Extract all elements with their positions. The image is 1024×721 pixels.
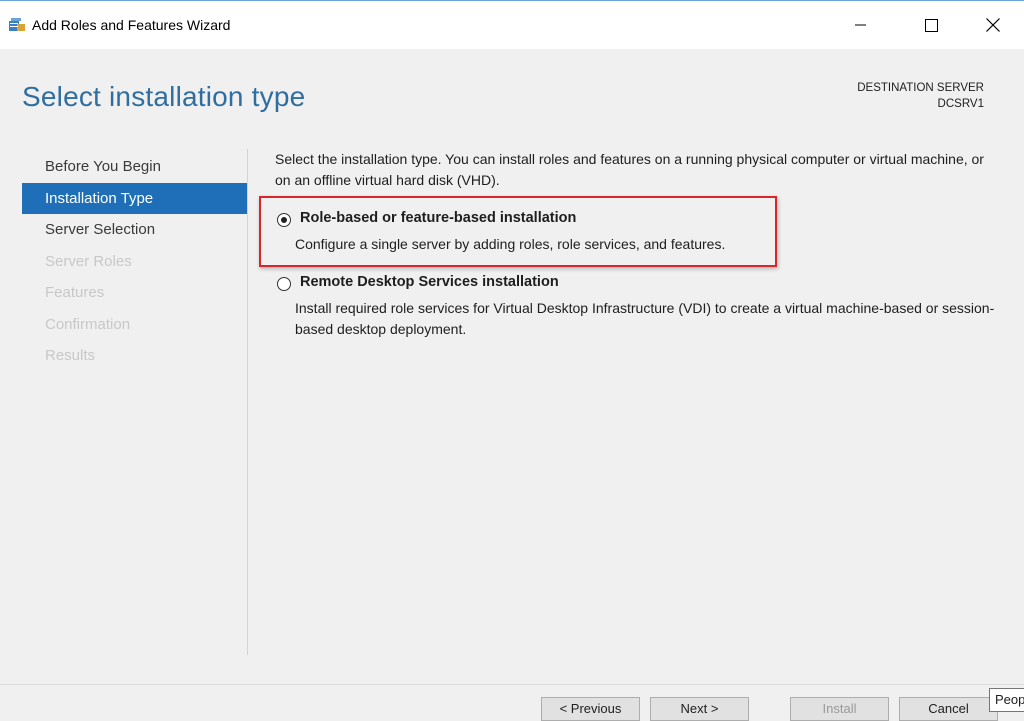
window-title: Add Roles and Features Wizard [32,17,231,33]
server-manager-icon [9,18,25,31]
maximize-button[interactable] [908,1,954,49]
title-bar: Add Roles and Features Wizard [0,1,1024,49]
intro-text: Select the installation type. You can in… [275,151,984,188]
highlight-box [259,196,777,267]
main-content: Select the installation type. You can in… [275,149,1005,337]
wizard-nav: Before You Begin Installation Type Serve… [22,151,247,372]
nav-item-confirmation: Confirmation [45,315,131,333]
radio-remote-desktop[interactable] [277,277,291,291]
destination-server-name: DCSRV1 [937,98,984,110]
nav-item-before-you-begin[interactable]: Before You Begin [22,151,247,183]
minimize-button[interactable] [838,1,884,49]
nav-divider [247,149,248,655]
nav-item-server-roles: Server Roles [45,252,132,270]
close-button[interactable] [970,1,1016,49]
destination-label: DESTINATION SERVER [857,82,984,94]
option-title-remote-desktop[interactable]: Remote Desktop Services installation [300,274,559,290]
destination-server-info: DESTINATION SERVER DCSRV1 [857,80,984,112]
option-title-role-based[interactable]: Role-based or feature-based installation [300,210,576,226]
nav-item-installation-type[interactable]: Installation Type [22,182,247,214]
cancel-button[interactable]: Cancel [899,697,998,721]
nav-item-features: Features [45,284,105,301]
nav-item-server-selection[interactable]: Server Selection [22,214,247,246]
maximize-icon [924,18,938,32]
install-button: Install [790,697,889,721]
radio-role-based[interactable] [277,213,291,227]
wizard-window: Add Roles and Features Wizard Select ins… [0,0,1024,721]
option-desc-remote-desktop: Install required role services for Virtu… [295,300,995,337]
option-desc-role-based: Configure a single server by adding role… [295,236,726,252]
close-icon [986,18,1000,32]
previous-button[interactable]: < Previous [541,697,640,721]
page-title: Select installation type [22,81,306,112]
people-tooltip: Peop [989,688,1024,712]
nav-item-results: Results [45,347,96,364]
next-button[interactable]: Next > [650,697,749,721]
minimize-icon [855,24,866,26]
